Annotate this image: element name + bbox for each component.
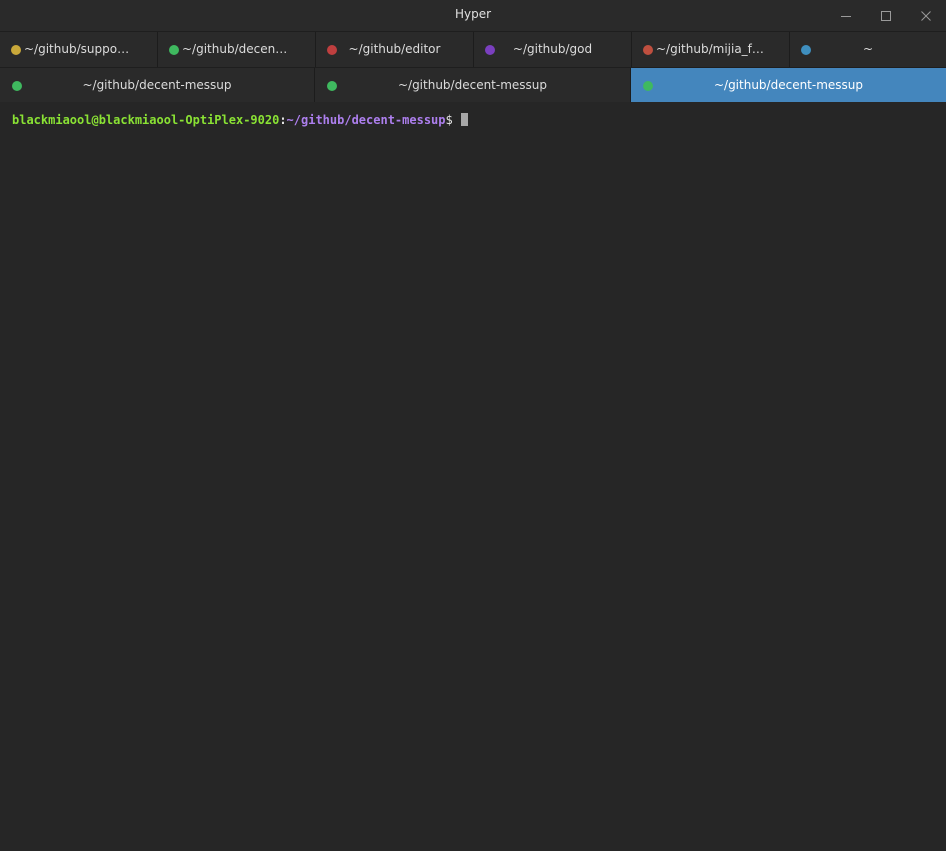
tab-status-dot-icon [643,81,653,91]
title-bar[interactable]: Hyper [0,0,946,31]
minimize-icon [841,15,851,17]
tab-status-dot-icon [169,45,179,55]
terminal-pane[interactable]: blackmiaool@blackmiaool-OptiPlex-9020:~/… [0,102,946,851]
prompt-symbol: $ [445,113,460,127]
tab[interactable]: ~ [790,32,946,67]
tab-label: ~/github/god [512,42,593,56]
tab[interactable]: ~/github/decent-… [158,32,316,67]
tab-status-dot-icon [485,45,495,55]
tab-label: ~/github/decent-messup [713,78,864,92]
tab-label: ~/github/decent-messup [397,78,548,92]
tab-label: ~/github/mijia_fe… [656,42,765,56]
tab-status-dot-icon [801,45,811,55]
terminal-cursor [460,113,468,126]
prompt-separator: : [279,113,287,127]
tab-active[interactable]: ~/github/decent-messup [631,68,946,103]
tab[interactable]: ~/github/editor [316,32,474,67]
prompt-path: ~/github/decent-messup [286,113,446,127]
tab-status-dot-icon [11,45,21,55]
tab-label: ~/github/decent-messup [82,78,232,92]
tab-status-dot-icon [643,45,653,55]
prompt-user-host: blackmiaool@blackmiaool-OptiPlex-9020 [12,113,280,127]
prompt-line: blackmiaool@blackmiaool-OptiPlex-9020:~/… [12,113,934,128]
close-button[interactable] [906,0,946,31]
tab-label: ~ [862,42,874,56]
tab-status-dot-icon [12,81,22,91]
tab-label: ~/github/support… [24,42,133,56]
tab[interactable]: ~/github/decent-messup [315,68,631,103]
hyper-window: Hyper ~/github/support… ~/github/decent-… [0,0,946,851]
tab[interactable]: ~/github/mijia_fe… [632,32,790,67]
tab-status-dot-icon [327,45,337,55]
tab-label: ~/github/decent-… [182,42,291,56]
maximize-icon [881,10,891,21]
window-controls [826,0,946,31]
tab-row-2: ~/github/decent-messup ~/github/decent-m… [0,67,946,104]
tab-status-dot-icon [327,81,337,91]
tab[interactable]: ~/github/god [474,32,632,67]
tab[interactable]: ~/github/decent-messup [0,68,315,103]
window-title: Hyper [454,7,492,21]
tab[interactable]: ~/github/support… [0,32,158,67]
maximize-button[interactable] [866,0,906,31]
close-icon [921,10,931,21]
minimize-button[interactable] [826,0,866,31]
tab-label: ~/github/editor [348,42,441,56]
tab-row-1: ~/github/support… ~/github/decent-… ~/gi… [0,31,946,67]
